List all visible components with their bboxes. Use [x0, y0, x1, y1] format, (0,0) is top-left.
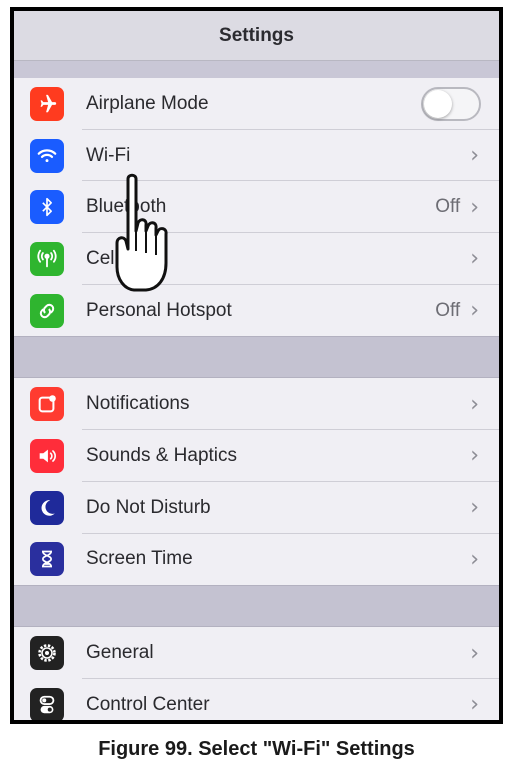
moon-icon	[30, 490, 64, 525]
do-not-disturb-row[interactable]: Do Not Disturb ›	[14, 482, 499, 534]
control-center-row[interactable]: Control Center ›	[14, 679, 499, 720]
figure-caption: Figure 99. Select "Wi-Fi" Settings	[98, 738, 415, 760]
section-spacer	[14, 336, 499, 379]
bluetooth-icon	[30, 190, 64, 225]
chevron-right-icon: ›	[470, 443, 479, 469]
sounds-haptics-label: Sounds & Haptics	[86, 444, 238, 466]
toggle-knob	[424, 89, 452, 118]
control-center-label: Control Center	[86, 693, 210, 715]
general-row[interactable]: General ›	[14, 627, 499, 679]
chevron-right-icon: ›	[470, 692, 479, 718]
screen-time-label: Screen Time	[86, 548, 193, 570]
personal-hotspot-status: Off	[435, 299, 461, 321]
navigation-bar: Settings	[14, 11, 499, 61]
settings-group-system: General › Control Center ›	[14, 627, 499, 720]
notifications-icon	[30, 387, 64, 422]
chevron-right-icon: ›	[470, 495, 479, 521]
hourglass-icon	[30, 542, 64, 577]
notifications-label: Notifications	[86, 393, 190, 415]
airplane-mode-row[interactable]: Airplane Mode	[14, 78, 499, 130]
wifi-label: Wi-Fi	[86, 144, 131, 166]
personal-hotspot-row[interactable]: Personal Hotspot Off ›	[14, 285, 499, 337]
chevron-right-icon: ›	[470, 194, 479, 220]
gear-icon	[30, 636, 64, 671]
section-spacer	[14, 61, 499, 78]
do-not-disturb-label: Do Not Disturb	[86, 496, 211, 518]
hotspot-icon	[30, 293, 64, 328]
personal-hotspot-label: Personal Hotspot	[86, 299, 232, 321]
section-spacer	[14, 585, 499, 628]
hand-pointer-icon	[115, 173, 168, 292]
airplane-mode-toggle[interactable]	[421, 86, 481, 121]
chevron-right-icon: ›	[470, 640, 479, 666]
settings-group-notifications: Notifications › Sounds & Haptics › Do No…	[14, 378, 499, 586]
chevron-right-icon: ›	[470, 246, 479, 272]
notifications-row[interactable]: Notifications ›	[14, 378, 499, 430]
wifi-icon	[30, 138, 64, 173]
sounds-icon	[30, 438, 64, 473]
cellular-icon	[30, 241, 64, 276]
bluetooth-row[interactable]: Bluetooth Off ›	[14, 181, 499, 233]
chevron-right-icon: ›	[470, 143, 479, 169]
airplane-mode-label: Airplane Mode	[86, 92, 209, 114]
wifi-row[interactable]: Wi-Fi ›	[14, 130, 499, 182]
sounds-haptics-row[interactable]: Sounds & Haptics ›	[14, 430, 499, 482]
control-center-icon	[30, 687, 64, 720]
chevron-right-icon: ›	[470, 546, 479, 572]
general-label: General	[86, 642, 154, 664]
airplane-icon	[30, 86, 64, 121]
phone-screen: Settings Airplane Mode Wi-Fi › Bluetooth…	[10, 7, 503, 724]
chevron-right-icon: ›	[470, 298, 479, 324]
screen-time-row[interactable]: Screen Time ›	[14, 534, 499, 586]
chevron-right-icon: ›	[470, 391, 479, 417]
settings-group-connectivity: Airplane Mode Wi-Fi › Bluetooth Off › Ce…	[14, 78, 499, 337]
page-title: Settings	[219, 24, 294, 46]
bluetooth-status: Off	[435, 196, 461, 218]
cellular-row[interactable]: Cellular ›	[14, 233, 499, 285]
